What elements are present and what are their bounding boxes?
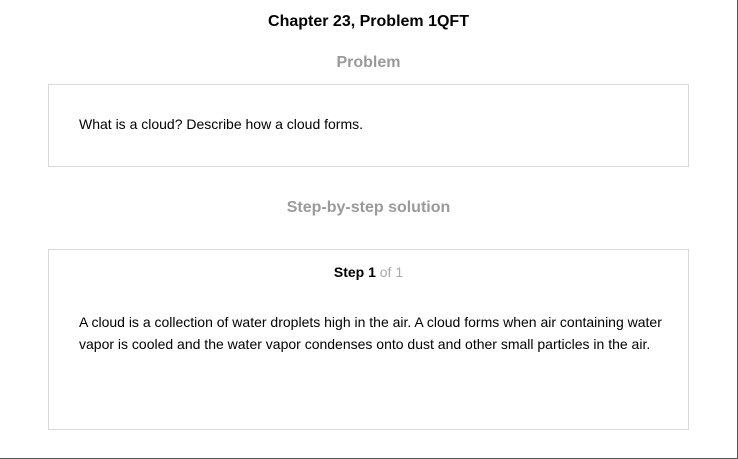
problem-text: What is a cloud? Describe how a cloud fo… <box>79 116 364 132</box>
problem-heading: Problem <box>336 54 401 71</box>
page: Chapter 23, Problem 1QFT Problem What is… <box>0 0 738 459</box>
chapter-title: Chapter 23, Problem 1QFT <box>268 13 469 30</box>
problem-card: What is a cloud? Describe how a cloud fo… <box>48 84 689 167</box>
step-label: Step 1 <box>333 264 376 280</box>
solution-text: A cloud is a collection of water droplet… <box>79 314 662 352</box>
step-card: Step 1 of 1 A cloud is a collection of w… <box>48 249 689 430</box>
solution-heading: Step-by-step solution <box>286 199 451 216</box>
step-count: of 1 <box>379 264 404 280</box>
step-header: Step 1 of 1 <box>49 263 688 281</box>
